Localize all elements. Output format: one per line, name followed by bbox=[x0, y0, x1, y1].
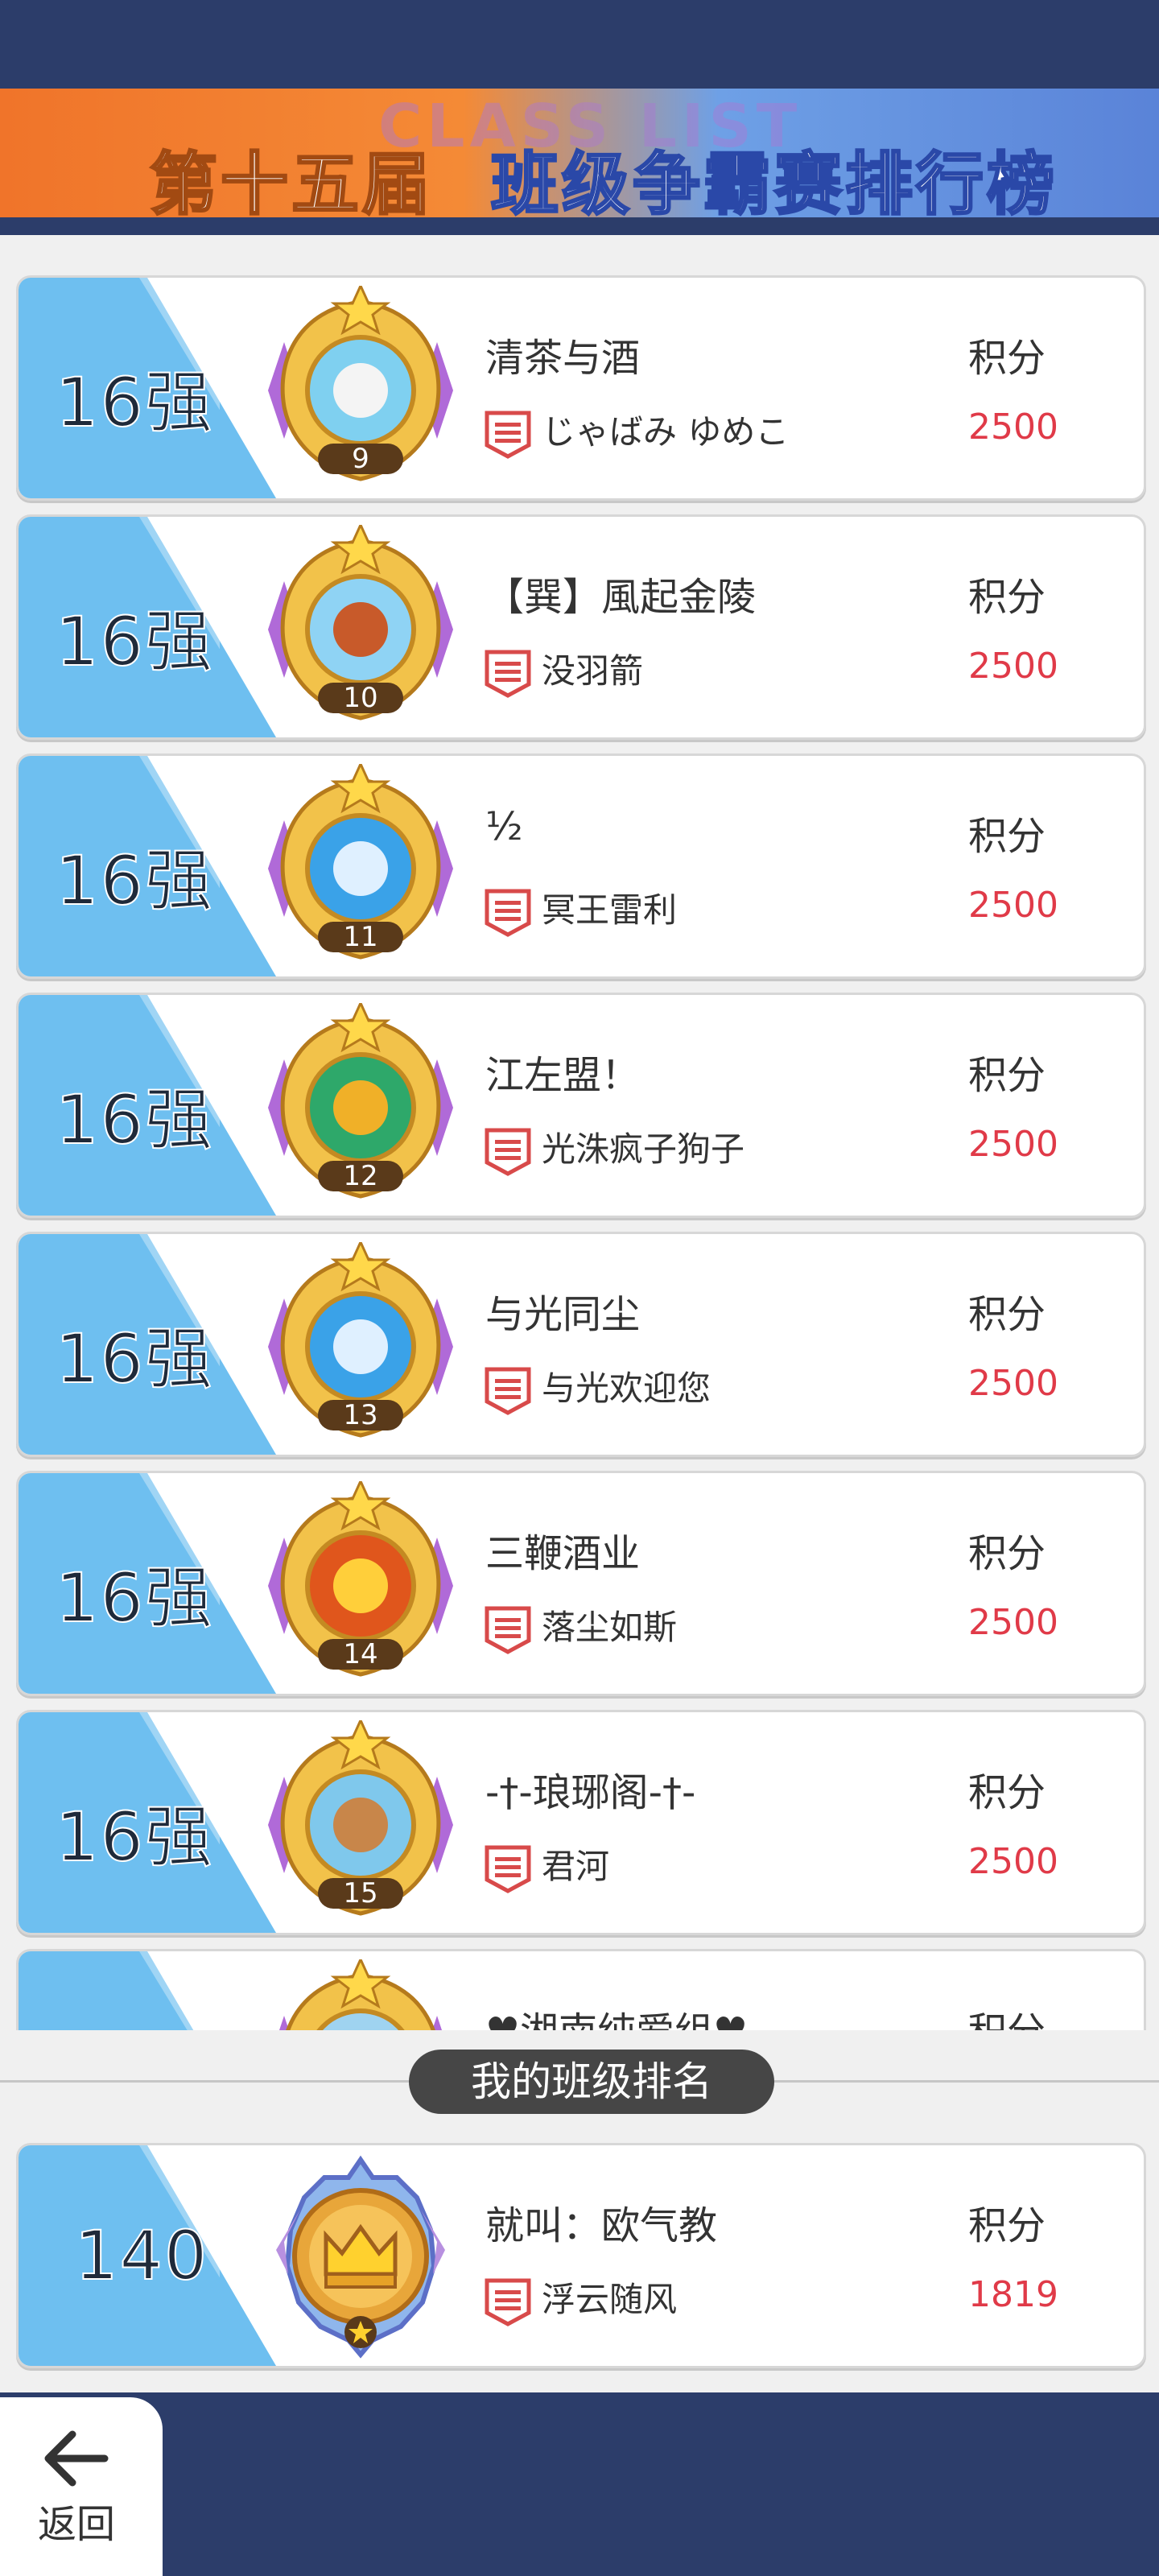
badge-number: 10 bbox=[343, 682, 378, 714]
leader-name: 落尘如斯 bbox=[542, 1608, 678, 1647]
score-value: 2500 bbox=[968, 885, 1058, 926]
my-class-rank: 140 bbox=[74, 2215, 209, 2296]
back-label: 返回 bbox=[37, 2502, 115, 2547]
arrow-left-icon bbox=[40, 2426, 113, 2491]
leader-name: 与光欢迎您 bbox=[542, 1368, 711, 1408]
leader-flag-icon bbox=[482, 2276, 534, 2327]
my-class-team-name: 就叫：欧气教 bbox=[485, 2203, 718, 2248]
leader-flag-icon bbox=[482, 647, 534, 699]
score-value: 2500 bbox=[968, 1363, 1058, 1404]
score-label: 积分 bbox=[968, 2203, 1046, 2248]
ranking-card[interactable]: 16强 13 与光同尘与光欢迎您 积分 2500 bbox=[16, 1232, 1146, 1457]
badge-number: 12 bbox=[343, 1160, 378, 1192]
bottom-bar bbox=[0, 2392, 1159, 2576]
team-badge-icon: 13 bbox=[252, 1239, 469, 1451]
score-value: 2500 bbox=[968, 646, 1058, 687]
team-name: -†-琅琊阁-†- bbox=[485, 1770, 696, 1815]
badge-number: 13 bbox=[343, 1399, 378, 1431]
rank-panel bbox=[19, 1951, 276, 2030]
leader-flag-icon bbox=[482, 1125, 534, 1177]
team-badge-icon: 16 bbox=[252, 1956, 469, 2030]
badge-number: 14 bbox=[343, 1638, 378, 1670]
score-value: 2500 bbox=[968, 1124, 1058, 1165]
score-label: 积分 bbox=[968, 2000, 1046, 2030]
team-name: ♥湘南纯爱组♥ bbox=[485, 2000, 748, 2030]
team-badge-icon: 12 bbox=[252, 1000, 469, 1212]
rank-label: 16强 bbox=[55, 1319, 214, 1399]
score-label: 积分 bbox=[968, 814, 1046, 859]
team-name: 三鞭酒业 bbox=[485, 1531, 641, 1576]
team-name: 与光同尘 bbox=[485, 1292, 641, 1337]
rank-label: 16强 bbox=[55, 840, 214, 921]
score-value: 2500 bbox=[968, 1602, 1058, 1643]
badge-number: 11 bbox=[343, 921, 378, 953]
team-badge-icon: 11 bbox=[252, 761, 469, 973]
score-label: 积分 bbox=[968, 575, 1046, 620]
my-class-score: 1819 bbox=[968, 2274, 1058, 2315]
badge-number: 9 bbox=[352, 443, 369, 475]
leader-flag-icon bbox=[482, 1604, 534, 1655]
my-class-leader-name: 浮云随风 bbox=[542, 2280, 678, 2319]
team-badge-icon: 9 bbox=[252, 283, 469, 495]
score-label: 积分 bbox=[968, 1292, 1046, 1337]
rank-label: 16强 bbox=[55, 1797, 214, 1877]
leader-name: 冥王雷利 bbox=[542, 890, 678, 930]
leader-flag-icon bbox=[482, 886, 534, 938]
rank-label: 16强 bbox=[55, 362, 214, 443]
my-class-card[interactable]: 140 就叫：欧气教 浮云随风 积分 1819 bbox=[16, 2143, 1146, 2368]
score-value: 2500 bbox=[968, 1841, 1058, 1882]
rank-label: 16强 bbox=[56, 2022, 214, 2030]
crown-badge-icon bbox=[252, 2153, 469, 2363]
team-name: ½ bbox=[485, 804, 523, 849]
header-banner: CLASS LIST 第十五届 班级争霸赛排行榜 bbox=[0, 89, 1159, 217]
leader-name: 光洙疯子狗子 bbox=[542, 1129, 745, 1169]
rank-label: 16强 bbox=[55, 1080, 214, 1160]
my-class-title: 我的班级排名 bbox=[409, 2050, 774, 2114]
my-class-section: 我的班级排名 140 就叫：欧气教 浮云随风 积分 1819 bbox=[0, 2030, 1159, 2392]
score-value: 2500 bbox=[968, 407, 1058, 448]
banner-edition: 第十五届 bbox=[148, 144, 434, 218]
leader-name: 君河 bbox=[542, 1847, 610, 1886]
ranking-card[interactable]: 16强 16 ♥湘南纯爱组♥ 积分 bbox=[16, 1949, 1146, 2030]
ranking-card[interactable]: 16强 10 【巽】風起金陵没羽箭 积分 2500 bbox=[16, 514, 1146, 740]
back-button[interactable]: 返回 bbox=[0, 2397, 163, 2576]
team-badge-icon: 15 bbox=[252, 1717, 469, 1930]
team-name: 【巽】風起金陵 bbox=[485, 575, 757, 620]
ranking-card[interactable]: 16强 15 -†-琅琊阁-†- 君河 积分 2500 bbox=[16, 1710, 1146, 1935]
score-label: 积分 bbox=[968, 1531, 1046, 1576]
leader-flag-icon bbox=[482, 408, 534, 460]
ranking-card[interactable]: 16强 9 清茶与酒じゃばみ ゆめこ 积分 2500 bbox=[16, 275, 1146, 501]
score-label: 积分 bbox=[968, 1053, 1046, 1098]
ranking-card[interactable]: 16强 14 三鞭酒业落尘如斯 积分 2500 bbox=[16, 1471, 1146, 1696]
score-label: 积分 bbox=[968, 336, 1046, 381]
rank-label: 16强 bbox=[55, 1558, 214, 1638]
rank-label: 16强 bbox=[55, 601, 214, 682]
banner-underline bbox=[0, 217, 1159, 235]
ranking-card[interactable]: 16强 11 ½ 冥王雷利 积分 2500 bbox=[16, 753, 1146, 979]
page-title: 班级争霸赛排行榜 bbox=[489, 144, 1058, 218]
score-label: 积分 bbox=[968, 1770, 1046, 1815]
ranking-card[interactable]: 16强 12 江左盟！ 光洙疯子狗子 积分 2500 bbox=[16, 993, 1146, 1218]
leader-flag-icon bbox=[482, 1364, 534, 1416]
top-status-area bbox=[0, 0, 1159, 89]
team-name: 江左盟！ bbox=[485, 1053, 641, 1098]
badge-number: 15 bbox=[343, 1877, 378, 1909]
ranking-list[interactable]: 16强 9 清茶与酒 じゃばみ ゆめこ 积分 2500 16强 10 【巽】風起金陵 没羽箭 积分 2… bbox=[0, 235, 1159, 2030]
team-badge-icon: 10 bbox=[252, 522, 469, 734]
leader-name: 没羽箭 bbox=[542, 651, 644, 691]
team-name: 清茶与酒 bbox=[485, 336, 641, 381]
team-badge-icon: 14 bbox=[252, 1478, 469, 1690]
leader-name: じゃばみ ゆめこ bbox=[542, 412, 790, 452]
leader-flag-icon bbox=[482, 1843, 534, 1894]
